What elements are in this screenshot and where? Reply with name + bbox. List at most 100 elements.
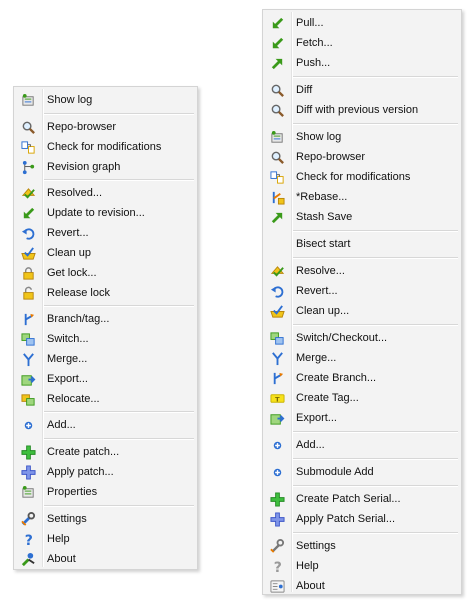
- menu-item-submodule-add[interactable]: Submodule Add: [263, 462, 461, 482]
- rebase-icon: [269, 189, 285, 205]
- menu-item-label: Properties: [47, 486, 98, 498]
- stash-arrow-icon: [269, 209, 285, 225]
- menu-item-label: Diff: [296, 84, 313, 96]
- add-icon: [269, 464, 285, 480]
- menu-item-revert[interactable]: Revert...: [263, 281, 461, 301]
- menu-item-repo-browser[interactable]: Repo-browser: [14, 117, 197, 137]
- menu-item-repo-browser[interactable]: Repo-browser: [263, 147, 461, 167]
- menu-item-label: Create Branch...: [296, 372, 377, 384]
- menu-item-revert[interactable]: Revert...: [14, 223, 197, 243]
- menu-item-stash-save[interactable]: Stash Save: [263, 207, 461, 227]
- menu-item-check-for-modifications[interactable]: Check for modifications: [263, 167, 461, 187]
- menu-item-label: Get lock...: [47, 267, 97, 279]
- menu-item-diff-previous[interactable]: Diff with previous version: [263, 100, 461, 120]
- menu-item-label: Diff with previous version: [296, 104, 419, 116]
- menu-item-label: Apply patch...: [47, 466, 114, 478]
- menu-separator: [263, 431, 461, 433]
- about-icon: [269, 578, 285, 594]
- menu-separator: [263, 123, 461, 125]
- menu-item-push[interactable]: Push...: [263, 53, 461, 73]
- menu-item-label: Clean up...: [296, 305, 350, 317]
- menu-item-release-lock[interactable]: Release lock: [14, 283, 197, 303]
- menu-item-export[interactable]: Export...: [263, 408, 461, 428]
- menu-item-rebase[interactable]: *Rebase...: [263, 187, 461, 207]
- svg-text:?: ?: [273, 560, 281, 574]
- menu-item-resolved[interactable]: Resolved...: [14, 183, 197, 203]
- menu-item-create-tag[interactable]: T Create Tag...: [263, 388, 461, 408]
- merge-icon: [269, 350, 285, 366]
- cleanup-icon: [20, 245, 36, 261]
- menu-item-create-patch-serial[interactable]: Create Patch Serial...: [263, 489, 461, 509]
- magnifier-icon: [20, 119, 36, 135]
- menu-item-show-log[interactable]: Show log: [14, 90, 197, 110]
- menu-item-settings[interactable]: Settings: [263, 536, 461, 556]
- repo-browser-icon: [269, 149, 285, 165]
- menu-item-label: Update to revision...: [47, 207, 145, 219]
- menu-item-apply-patch[interactable]: Apply patch...: [14, 462, 197, 482]
- menu-item-settings[interactable]: Settings: [14, 509, 197, 529]
- menu-item-revision-graph[interactable]: Revision graph: [14, 157, 197, 177]
- menu-item-clean-up[interactable]: Clean up: [14, 243, 197, 263]
- menu-item-label: Stash Save: [296, 211, 353, 223]
- menu-item-label: About: [47, 553, 76, 565]
- resolved-icon: [269, 263, 285, 279]
- menu-item-label: Export...: [296, 412, 337, 424]
- relocate-icon: [20, 391, 36, 407]
- menu-item-label: Bisect start: [296, 238, 351, 250]
- menu-item-switch[interactable]: Switch...: [14, 329, 197, 349]
- menu-item-check-for-modifications[interactable]: Check for modifications: [14, 137, 197, 157]
- menu-item-clean-up[interactable]: Clean up...: [263, 301, 461, 321]
- menu-item-label: About: [296, 580, 325, 592]
- menu-item-label: Settings: [296, 540, 336, 552]
- magnifier-icon: [269, 102, 285, 118]
- menu-item-help[interactable]: ? Help: [14, 529, 197, 549]
- menu-item-pull[interactable]: Pull...: [263, 13, 461, 33]
- menu-item-export[interactable]: Export...: [14, 369, 197, 389]
- menu-item-label: Clean up: [47, 247, 92, 259]
- menu-item-about[interactable]: About: [14, 549, 197, 569]
- menu-item-label: Relocate...: [47, 393, 100, 405]
- menu-item-about[interactable]: About: [263, 576, 461, 596]
- help-icon: ?: [20, 531, 36, 547]
- menu-separator: [263, 76, 461, 78]
- menu-item-get-lock[interactable]: Get lock...: [14, 263, 197, 283]
- menu-item-create-patch[interactable]: Create patch...: [14, 442, 197, 462]
- menu-item-properties[interactable]: Properties: [14, 482, 197, 502]
- menu-item-add[interactable]: Add...: [14, 415, 197, 435]
- export-icon: [20, 371, 36, 387]
- menu-item-label: Create Patch Serial...: [296, 493, 401, 505]
- menu-item-show-log[interactable]: Show log: [263, 127, 461, 147]
- menu-item-label: Merge...: [296, 352, 337, 364]
- update-arrow-icon: [20, 205, 36, 221]
- menu-item-relocate[interactable]: Relocate...: [14, 389, 197, 409]
- menu-item-label: Repo-browser: [296, 151, 366, 163]
- menu-separator: [14, 305, 197, 307]
- menu-item-create-branch[interactable]: Create Branch...: [263, 368, 461, 388]
- menu-item-label: Apply Patch Serial...: [296, 513, 396, 525]
- menu-separator: [14, 113, 197, 115]
- menu-item-merge[interactable]: Merge...: [14, 349, 197, 369]
- menu-item-fetch[interactable]: Fetch...: [263, 33, 461, 53]
- menu-item-label: Show log: [296, 131, 342, 143]
- magnifier-icon: [269, 82, 285, 98]
- resolved-icon: [20, 185, 36, 201]
- context-menu-right: Pull... Fetch... Push... Diff Diff with …: [262, 9, 462, 595]
- menu-item-add[interactable]: Add...: [263, 435, 461, 455]
- menu-separator: [263, 485, 461, 487]
- menu-item-apply-patch-serial[interactable]: Apply Patch Serial...: [263, 509, 461, 529]
- menu-item-label: Revert...: [47, 227, 89, 239]
- revision-graph-icon: [20, 159, 36, 175]
- menu-item-label: Add...: [296, 439, 325, 451]
- menu-item-branch-tag[interactable]: Branch/tag...: [14, 309, 197, 329]
- menu-item-label: Show log: [47, 94, 93, 106]
- menu-separator: [263, 458, 461, 460]
- menu-item-resolve[interactable]: Resolve...: [263, 261, 461, 281]
- menu-item-switch-checkout[interactable]: Switch/Checkout...: [263, 328, 461, 348]
- menu-item-merge[interactable]: Merge...: [263, 348, 461, 368]
- menu-item-diff[interactable]: Diff: [263, 80, 461, 100]
- properties-icon: [20, 484, 36, 500]
- menu-item-label: Branch/tag...: [47, 313, 110, 325]
- menu-item-bisect-start[interactable]: Bisect start: [263, 234, 461, 254]
- menu-item-help[interactable]: ? Help: [263, 556, 461, 576]
- menu-item-update-to-revision[interactable]: Update to revision...: [14, 203, 197, 223]
